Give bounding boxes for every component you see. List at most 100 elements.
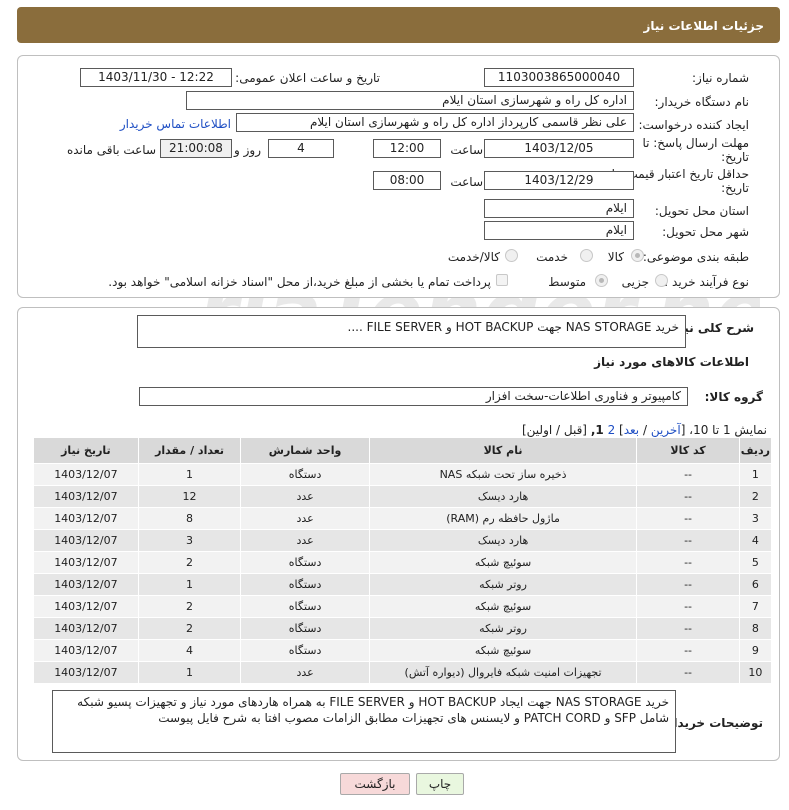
col-unit-header: واحد شمارش	[240, 437, 370, 464]
item-unit-cell: عدد	[240, 661, 370, 684]
item-unit-cell: عدد	[240, 529, 370, 552]
print-button[interactable]: چاپ	[416, 773, 464, 795]
category-service-radio[interactable]	[580, 249, 593, 262]
paging-page-2-link[interactable]: 2	[608, 423, 616, 437]
page-title-bar: جزئیات اطلاعات نیاز	[17, 7, 780, 43]
city-label: شهر محل تحویل:	[662, 225, 749, 239]
item-code-cell: --	[636, 463, 740, 486]
item-name-cell: ذخیره ساز تحت شبکه NAS	[368, 463, 638, 486]
paging-text: نمایش 1 تا 10، [	[680, 423, 767, 437]
item-quantity-cell: 2	[137, 595, 242, 618]
deadline-label: مهلت ارسال پاسخ: تا	[642, 136, 749, 150]
item-unit-cell: دستگاه	[240, 463, 370, 486]
goods-table-body: 1 -- ذخیره ساز تحت شبکه NAS دستگاه 1 1403/12/…	[33, 463, 773, 684]
process-label: نوع فرآیند خرید :	[664, 275, 749, 289]
item-need-date-cell: 1403/12/07	[33, 617, 139, 640]
process-medium-label: متوسط	[548, 275, 586, 289]
item-code-cell: --	[636, 529, 740, 552]
table-row: 5 -- سوئیچ شبکه دستگاه 2 1403/12/07	[33, 551, 773, 574]
announce-field: 1403/11/30 - 12:22	[80, 68, 232, 87]
table-row: 6 -- روتر شبکه دستگاه 1 1403/12/07	[33, 573, 773, 596]
paging-next-link[interactable]: بعد	[624, 423, 639, 437]
category-service-label: خدمت	[536, 250, 568, 264]
item-quantity-cell: 8	[137, 507, 242, 530]
item-quantity-cell: 1	[137, 661, 242, 684]
goods-group-label: گروه کالا:	[704, 390, 763, 404]
buyer-notes-field: خرید NAS STORAGE جهت ایجاد HOT BACKUP و …	[52, 690, 676, 753]
item-code-cell: --	[636, 485, 740, 508]
table-row: 3 -- ماژول حافظه رم (RAM) عدد 8 1403/12/07	[33, 507, 773, 530]
category-goods-label: کالا	[607, 250, 624, 264]
process-medium-radio[interactable]	[595, 274, 608, 287]
item-name-cell: سوئیچ شبکه	[368, 551, 638, 574]
item-quantity-cell: 4	[137, 639, 242, 662]
paging-last-link[interactable]: آخرین	[651, 423, 681, 437]
item-need-date-cell: 1403/12/07	[33, 573, 139, 596]
item-name-cell: روتر شبکه	[368, 573, 638, 596]
table-row: 7 -- سوئیچ شبکه دستگاه 2 1403/12/07	[33, 595, 773, 618]
paging-current-page: 1,	[590, 423, 604, 437]
pagination: نمایش 1 تا 10، [آخرین / بعد] 2 1, [قبل /…	[521, 423, 767, 437]
item-quantity-cell: 1	[137, 463, 242, 486]
item-quantity-cell: 2	[137, 617, 242, 640]
item-need-date-cell: 1403/12/07	[33, 661, 139, 684]
row-number-cell: 9	[738, 639, 773, 662]
table-row: 9 -- سوئیچ شبکه دستگاه 4 1403/12/07	[33, 639, 773, 662]
item-need-date-cell: 1403/12/07	[33, 551, 139, 574]
item-need-date-cell: 1403/12/07	[33, 463, 139, 486]
col-code-header: کد کالا	[636, 437, 740, 464]
requester-field: علی نظر قاسمی کارپرداز اداره کل راه و شه…	[236, 113, 634, 132]
col-date-header: تاریخ نیاز	[33, 437, 139, 464]
item-unit-cell: عدد	[240, 485, 370, 508]
deadline-label-date: تاریخ:	[721, 150, 749, 164]
item-quantity-cell: 12	[137, 485, 242, 508]
item-need-date-cell: 1403/12/07	[33, 485, 139, 508]
item-unit-cell: عدد	[240, 507, 370, 530]
validity-time-field: 08:00	[373, 171, 441, 190]
item-code-cell: --	[636, 507, 740, 530]
days-remaining-field: 4	[268, 139, 334, 158]
category-goods-service-label: کالا/خدمت	[447, 250, 500, 264]
item-code-cell: --	[636, 573, 740, 596]
item-need-date-cell: 1403/12/07	[33, 529, 139, 552]
need-number-label: شماره نیاز:	[692, 71, 749, 85]
category-goods-radio[interactable]	[631, 249, 644, 262]
item-name-cell: هارد دیسک	[368, 485, 638, 508]
row-number-cell: 5	[738, 551, 773, 574]
deadline-time-field: 12:00	[373, 139, 441, 158]
need-number-field: 1103003865000040	[484, 68, 634, 87]
treasury-payment-checkbox[interactable]	[496, 274, 508, 286]
item-code-cell: --	[636, 661, 740, 684]
deadline-date-field: 1403/12/05	[484, 139, 634, 158]
treasury-payment-note: پرداخت تمام یا بخشی از مبلغ خرید،از محل …	[108, 275, 491, 289]
table-row: 8 -- روتر شبکه دستگاه 2 1403/12/07	[33, 617, 773, 640]
process-minor-label: جزیی	[621, 275, 649, 289]
row-number-cell: 10	[738, 661, 773, 684]
table-row: 4 -- هارد دیسک عدد 3 1403/12/07	[33, 529, 773, 552]
row-number-cell: 3	[738, 507, 773, 530]
row-number-cell: 4	[738, 529, 773, 552]
item-quantity-cell: 1	[137, 573, 242, 596]
table-row: 10 -- تجهیزات امنیت شبکه فایروال (دیواره آ…	[33, 661, 773, 684]
back-button[interactable]: بازگشت	[340, 773, 410, 795]
item-code-cell: --	[636, 617, 740, 640]
province-field: ایلام	[484, 199, 634, 218]
row-number-cell: 2	[738, 485, 773, 508]
buyer-notes-label: توضیحات خریدار:	[661, 716, 763, 730]
page-title: جزئیات اطلاعات نیاز	[643, 19, 764, 33]
days-word: روز و	[234, 143, 261, 157]
item-need-date-cell: 1403/12/07	[33, 639, 139, 662]
validity-label-date: تاریخ:	[721, 181, 749, 195]
item-quantity-cell: 2	[137, 551, 242, 574]
process-minor-radio[interactable]	[655, 274, 668, 287]
item-code-cell: --	[636, 595, 740, 618]
item-name-cell: سوئیچ شبکه	[368, 595, 638, 618]
contact-buyer-link[interactable]: اطلاعات تماس خریدار	[120, 117, 231, 131]
category-goods-service-radio[interactable]	[505, 249, 518, 262]
table-header-row: ردیف کد کالا نام کالا واحد شمارش تعداد /…	[33, 437, 773, 464]
col-name-header: نام کالا	[368, 437, 638, 464]
announce-label: تاریخ و ساعت اعلان عمومی:	[235, 71, 380, 85]
goods-group-field: کامپیوتر و فناوری اطلاعات-سخت افزار	[139, 387, 688, 406]
goods-info-title: اطلاعات کالاهای مورد نیاز	[594, 355, 749, 369]
item-quantity-cell: 3	[137, 529, 242, 552]
